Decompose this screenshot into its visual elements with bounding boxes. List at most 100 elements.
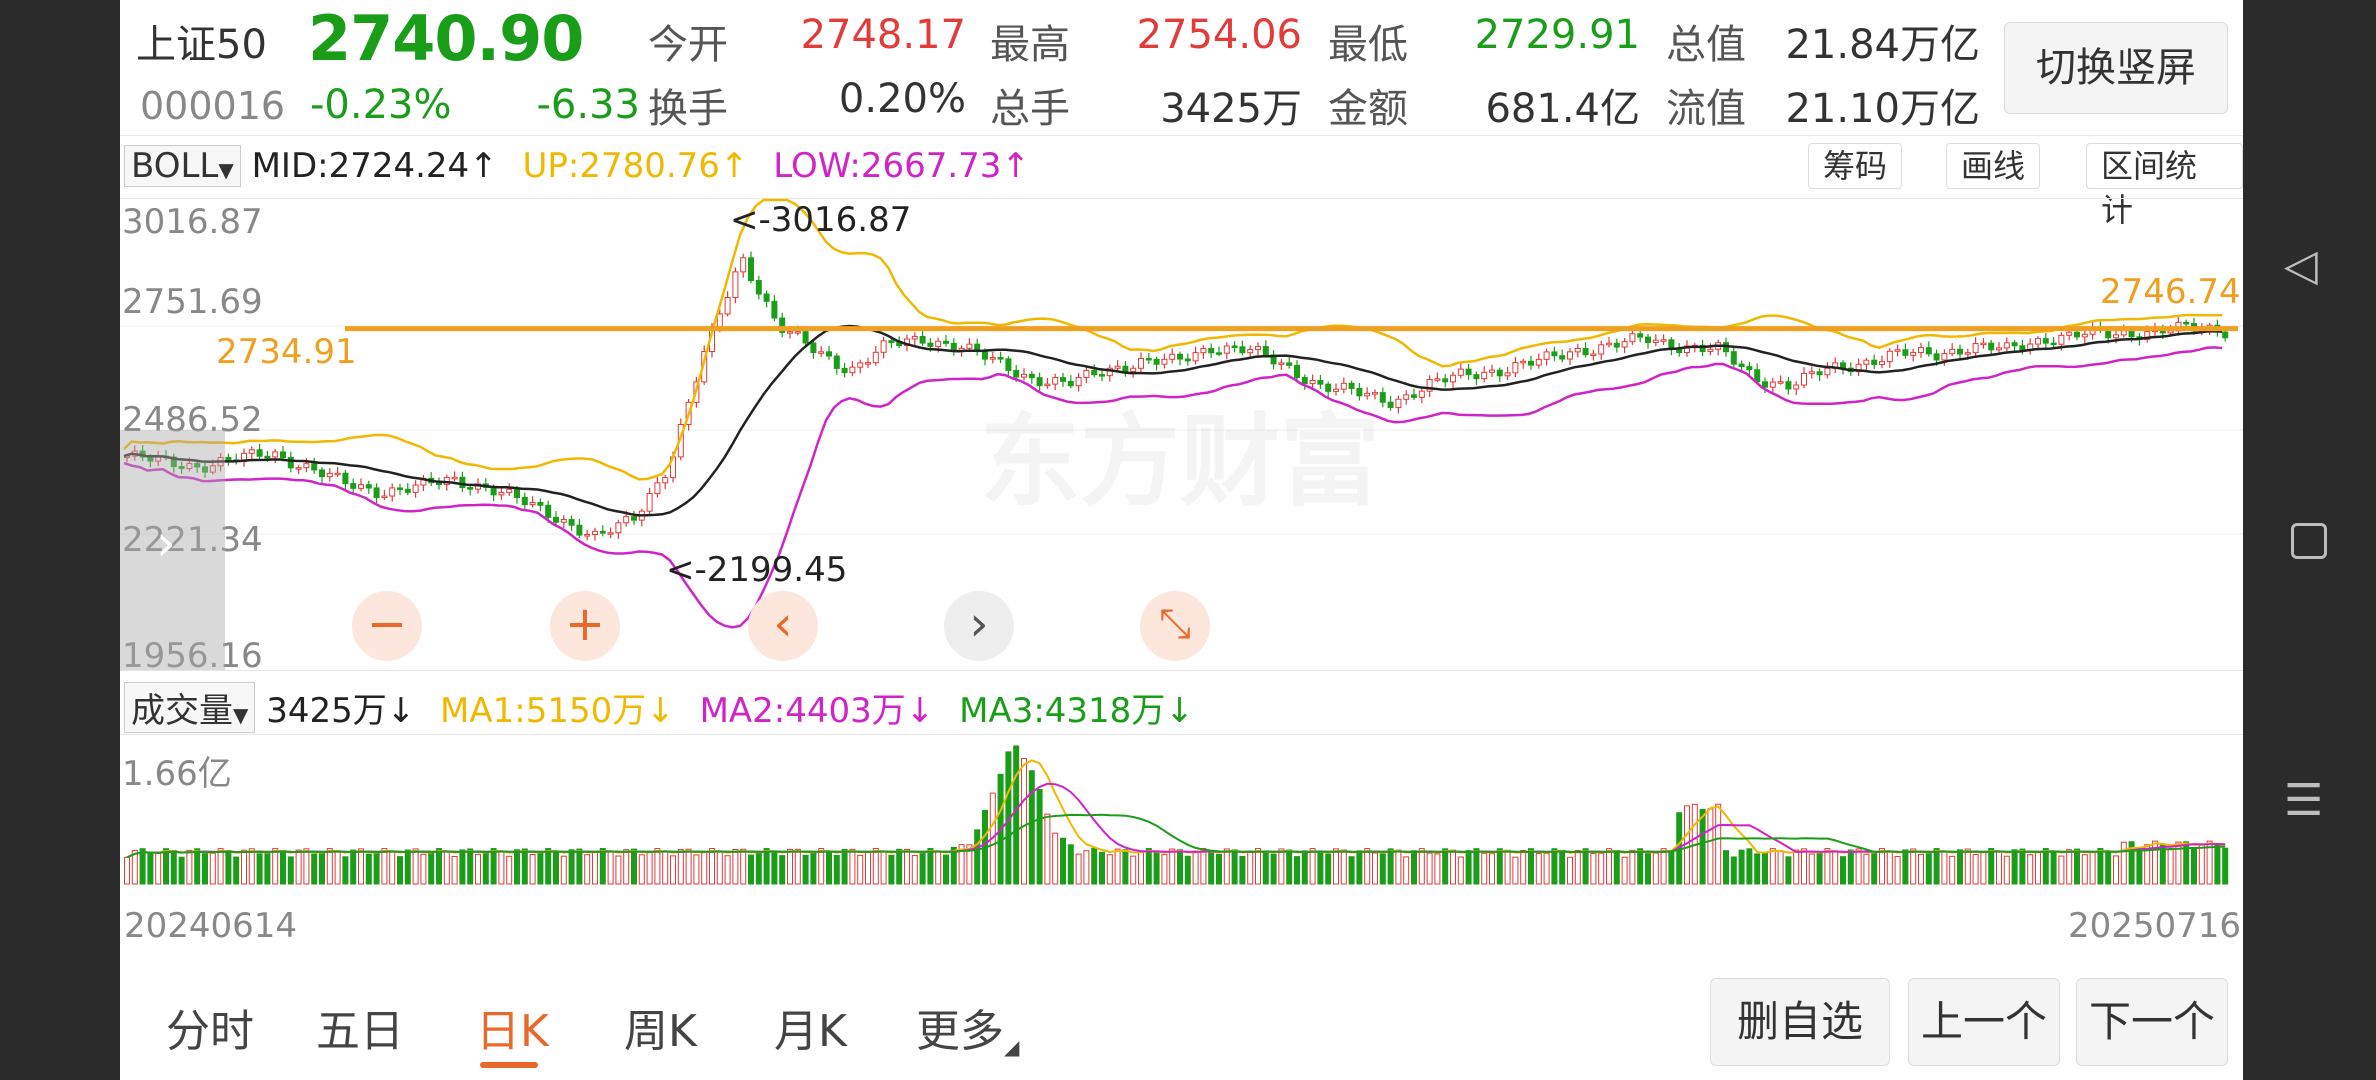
next-stock-button[interactable]: 下一个 <box>2076 978 2228 1066</box>
volume-bar <box>209 852 216 885</box>
volume-bar <box>1489 853 1495 885</box>
tab-monthly-k[interactable]: 月K <box>774 995 847 1059</box>
tab-weekly-k[interactable]: 周K <box>624 995 697 1059</box>
range-stats-button[interactable]: 区间统计 <box>2086 143 2243 229</box>
stat-label: 金额 <box>1328 86 1408 132</box>
home-icon[interactable] <box>2291 523 2327 559</box>
candle-body <box>1972 343 1979 354</box>
volume-bar <box>1294 856 1300 885</box>
tab-five-day[interactable]: 五日 <box>316 995 404 1059</box>
tab-daily-k[interactable]: 日K <box>476 995 549 1059</box>
candle-body <box>1083 369 1090 378</box>
candle-body <box>1551 351 1558 357</box>
menu-icon[interactable]: ☰ <box>2284 775 2323 826</box>
candle-body <box>1621 341 1628 348</box>
candle-body <box>1450 374 1456 383</box>
volume-bar <box>623 849 630 885</box>
volume-bar <box>459 849 466 885</box>
candle-body <box>2003 342 2010 349</box>
volume-bar <box>2167 847 2174 885</box>
indicator-selector[interactable]: BOLL▼ <box>124 145 241 187</box>
candle-body <box>319 469 325 478</box>
volume-bar <box>280 850 286 885</box>
candle-body <box>1637 333 1644 338</box>
remove-watchlist-button[interactable]: 删自选 <box>1710 978 1890 1066</box>
candle-body <box>1262 346 1269 356</box>
back-icon[interactable]: ◁ <box>2284 240 2318 291</box>
boll-up: UP:2780.76↑ <box>523 146 749 186</box>
minus-icon: − <box>366 596 408 652</box>
candle-body <box>1021 373 1027 378</box>
volume-bar <box>1520 850 1527 885</box>
tab-intraday[interactable]: 分时 <box>166 995 254 1059</box>
candle-body <box>311 463 318 471</box>
volume-bar <box>2035 851 2041 885</box>
switch-portrait-button[interactable]: 切换竖屏 <box>2004 22 2228 114</box>
tab-more[interactable]: 更多◢ <box>916 995 1019 1059</box>
candle-body <box>927 342 934 347</box>
candle-body <box>2105 329 2112 339</box>
collapse-button[interactable]: ⤡ <box>1140 591 1210 661</box>
volume-selector[interactable]: 成交量▼ <box>124 682 256 733</box>
candle-body <box>2035 338 2041 345</box>
volume-bar <box>1879 848 1885 885</box>
candle-body <box>1403 394 1410 400</box>
draw-line-button[interactable]: 画线 <box>1946 143 2041 189</box>
volume-bar <box>1028 770 1035 885</box>
volume-bar <box>490 848 497 885</box>
chevron-left-icon: ‹ <box>773 596 793 652</box>
volume-bar <box>732 849 739 885</box>
candle-body <box>1465 368 1472 376</box>
volume-bar <box>1099 851 1105 885</box>
candle-body <box>631 516 637 521</box>
volume-bar <box>248 848 255 885</box>
boll-up-label: UP:2780.76 <box>522 146 720 186</box>
volume-bar <box>584 854 591 885</box>
side-drawer-handle[interactable]: › <box>120 430 225 670</box>
volume-bar <box>607 850 614 885</box>
candle-body <box>451 476 458 480</box>
volume-bar <box>1551 848 1558 885</box>
candle-body <box>1660 339 1667 342</box>
volume-bar <box>2074 848 2080 885</box>
volume-bar <box>2081 854 2088 885</box>
candle-body <box>389 487 396 497</box>
volume-bar <box>1387 848 1394 885</box>
zoom-in-button[interactable]: + <box>550 591 620 661</box>
candle-body <box>592 530 598 536</box>
volume-bar <box>1801 848 1807 885</box>
candle-body <box>1894 349 1901 352</box>
stat-value: 681.4亿 <box>1485 86 1640 132</box>
candle-body <box>1785 381 1792 390</box>
volume-bar <box>1652 852 1659 885</box>
chip-button[interactable]: 筹码 <box>1808 143 1903 189</box>
volume-bar <box>1200 848 1207 885</box>
volume-bar <box>514 849 520 885</box>
candle-body <box>794 331 801 334</box>
volume-bar <box>498 850 505 885</box>
stat-label: 总值 <box>1666 22 1746 68</box>
zoom-out-button[interactable]: − <box>352 591 422 661</box>
arrow-up-icon: ↑ <box>719 146 749 186</box>
volume-bar <box>1114 848 1121 885</box>
volume-bar <box>1910 848 1917 885</box>
volume-bar <box>654 847 661 885</box>
volume-bar <box>1340 849 1347 885</box>
previous-stock-button[interactable]: 上一个 <box>1908 978 2060 1066</box>
volume-bar <box>1325 853 1332 885</box>
volume-bar <box>1052 832 1059 885</box>
volume-bar <box>326 848 333 885</box>
scroll-left-button[interactable]: ‹ <box>748 591 818 661</box>
volume-bar <box>1964 848 1971 885</box>
candle-body <box>1169 353 1176 360</box>
scroll-right-button[interactable]: › <box>944 591 1014 661</box>
candle-body <box>1879 361 1885 365</box>
volume-chart[interactable] <box>120 734 2243 894</box>
candle-body <box>287 456 294 469</box>
volume-bar <box>2058 855 2065 885</box>
volume-bar <box>857 854 864 885</box>
candle-body <box>623 516 630 524</box>
candle-body <box>350 483 357 489</box>
volume-bar <box>1543 853 1550 885</box>
vol-ma1-line <box>126 759 2226 859</box>
